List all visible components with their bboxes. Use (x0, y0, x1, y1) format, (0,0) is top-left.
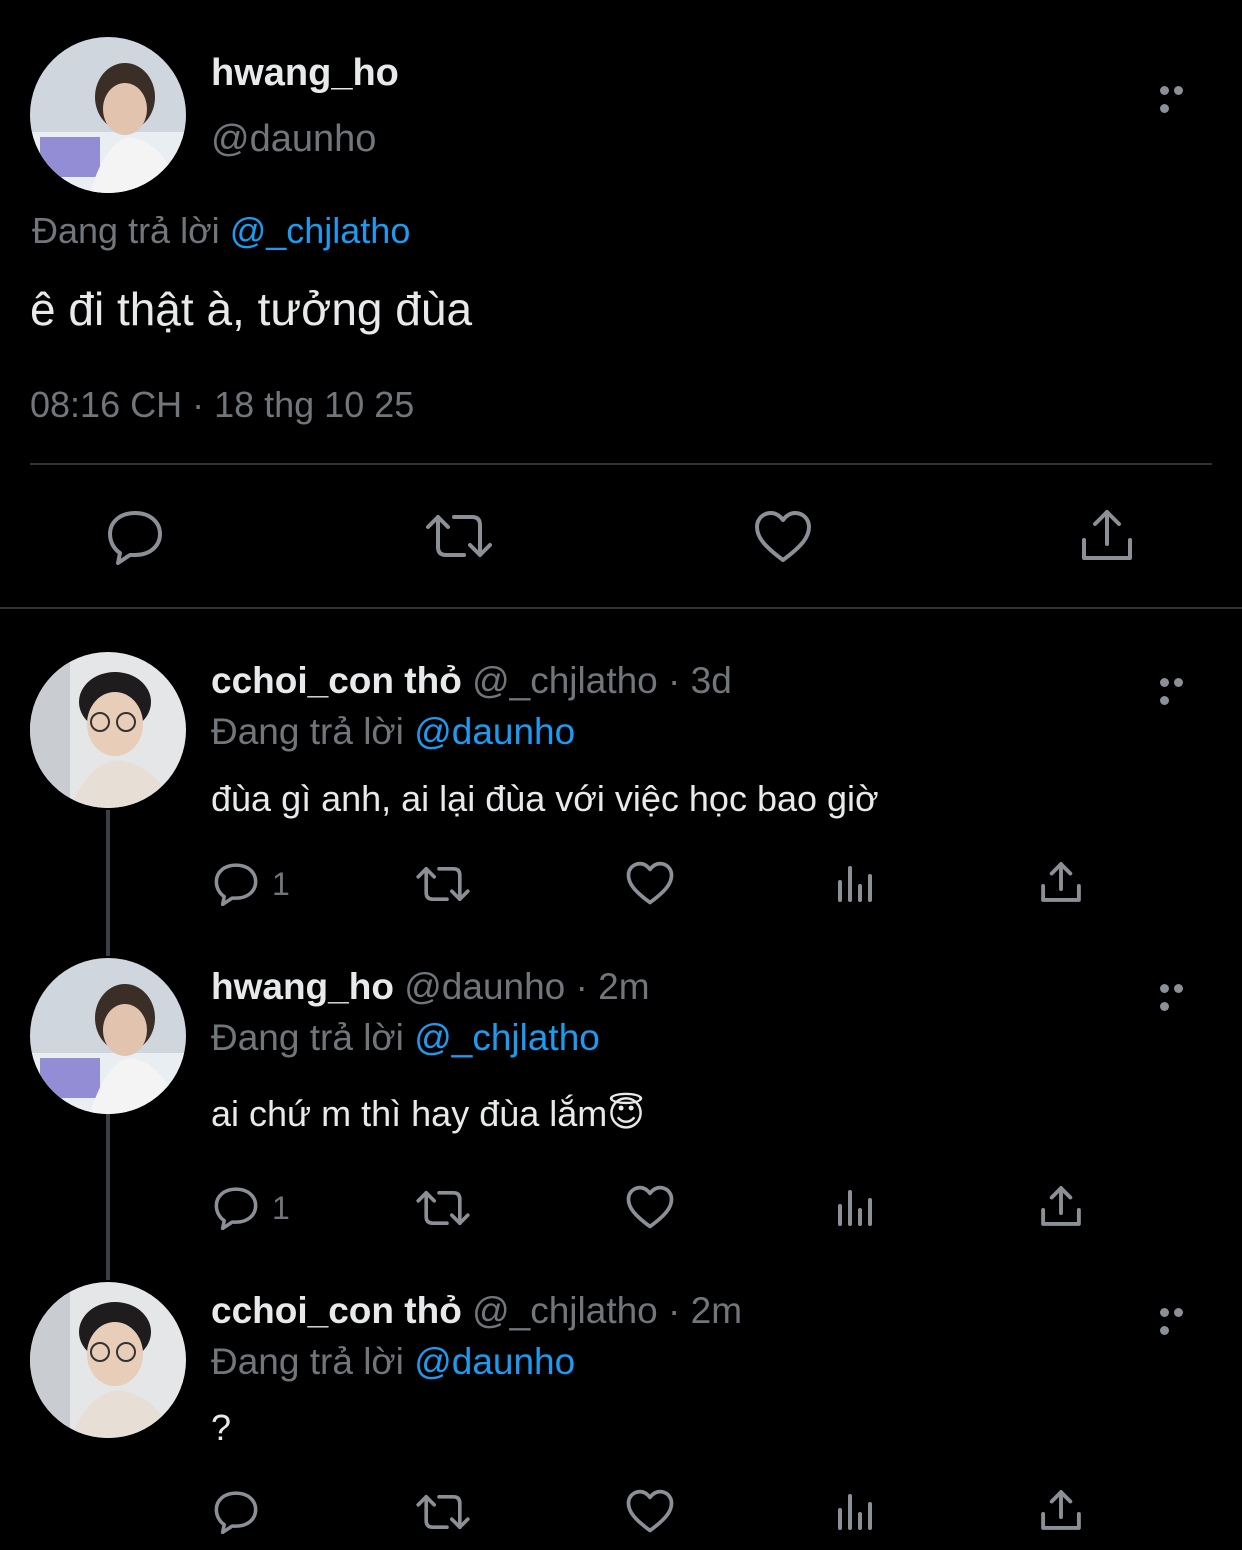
handle[interactable]: @daunho (404, 966, 565, 1007)
replying-to-link[interactable]: @daunho (414, 1341, 575, 1382)
thread-line (106, 1114, 110, 1280)
avatar[interactable] (30, 1282, 186, 1438)
reply-icon[interactable] (213, 1490, 259, 1534)
avatar[interactable] (30, 37, 186, 193)
handle[interactable]: @daunho (211, 118, 376, 161)
replying-to-link[interactable]: @_chjlatho (414, 1017, 600, 1058)
more-options-icon[interactable] (1160, 980, 1200, 1011)
post-age: · 3d (668, 660, 732, 701)
post-age: · 2m (575, 966, 650, 1007)
retweet-icon[interactable] (415, 1492, 471, 1532)
divider (30, 463, 1212, 465)
divider (0, 607, 1242, 609)
thread-line (106, 810, 110, 956)
tweet-text: ai chứ m thì hay đùa lắm😇 (211, 1093, 645, 1134)
avatar[interactable] (30, 652, 186, 808)
share-icon[interactable] (1080, 508, 1134, 562)
post-age: · 2m (668, 1290, 743, 1331)
replying-to-label: Đang trả lời (211, 1341, 404, 1382)
like-icon[interactable] (754, 510, 812, 564)
retweet-icon[interactable] (424, 511, 494, 561)
share-icon[interactable] (1040, 1489, 1082, 1531)
like-icon[interactable] (626, 1185, 674, 1230)
more-options-icon[interactable] (1160, 1304, 1200, 1335)
reply-icon[interactable] (213, 1186, 259, 1230)
like-icon[interactable] (626, 861, 674, 906)
display-name[interactable]: cchoi_con thỏ (211, 660, 462, 701)
more-options-icon[interactable] (1160, 82, 1200, 113)
analytics-icon[interactable] (836, 1188, 876, 1228)
reply-icon[interactable] (106, 509, 164, 565)
replying-to-label: Đang trả lời (211, 711, 404, 752)
tweet-text: ê đi thật à, tưởng đùa (30, 283, 473, 335)
timestamp: 08:16 CH · 18 thg 10 25 (30, 384, 415, 425)
tweet-text: ? (211, 1407, 232, 1448)
share-icon[interactable] (1040, 1185, 1082, 1227)
reply-count: 1 (272, 1190, 290, 1226)
replying-to-label: Đang trả lời (32, 210, 220, 251)
replying-to-link[interactable]: @_chjlatho (230, 210, 411, 251)
handle[interactable]: @_chjlatho (472, 1290, 658, 1331)
display-name[interactable]: cchoi_con thỏ (211, 1290, 462, 1331)
like-icon[interactable] (626, 1489, 674, 1534)
display-name[interactable]: hwang_ho (211, 52, 399, 95)
analytics-icon[interactable] (836, 1492, 876, 1532)
retweet-icon[interactable] (415, 864, 471, 904)
handle[interactable]: @_chjlatho (472, 660, 658, 701)
reply-icon[interactable] (213, 862, 259, 906)
replying-to-link[interactable]: @daunho (414, 711, 575, 752)
more-options-icon[interactable] (1160, 674, 1200, 705)
replying-to-label: Đang trả lời (211, 1017, 404, 1058)
reply-count: 1 (272, 866, 290, 902)
tweet-text: đùa gì anh, ai lại đùa với việc học bao … (211, 778, 879, 819)
share-icon[interactable] (1040, 861, 1082, 903)
retweet-icon[interactable] (415, 1188, 471, 1228)
display-name[interactable]: hwang_ho (211, 966, 394, 1007)
analytics-icon[interactable] (836, 864, 876, 904)
avatar[interactable] (30, 958, 186, 1114)
